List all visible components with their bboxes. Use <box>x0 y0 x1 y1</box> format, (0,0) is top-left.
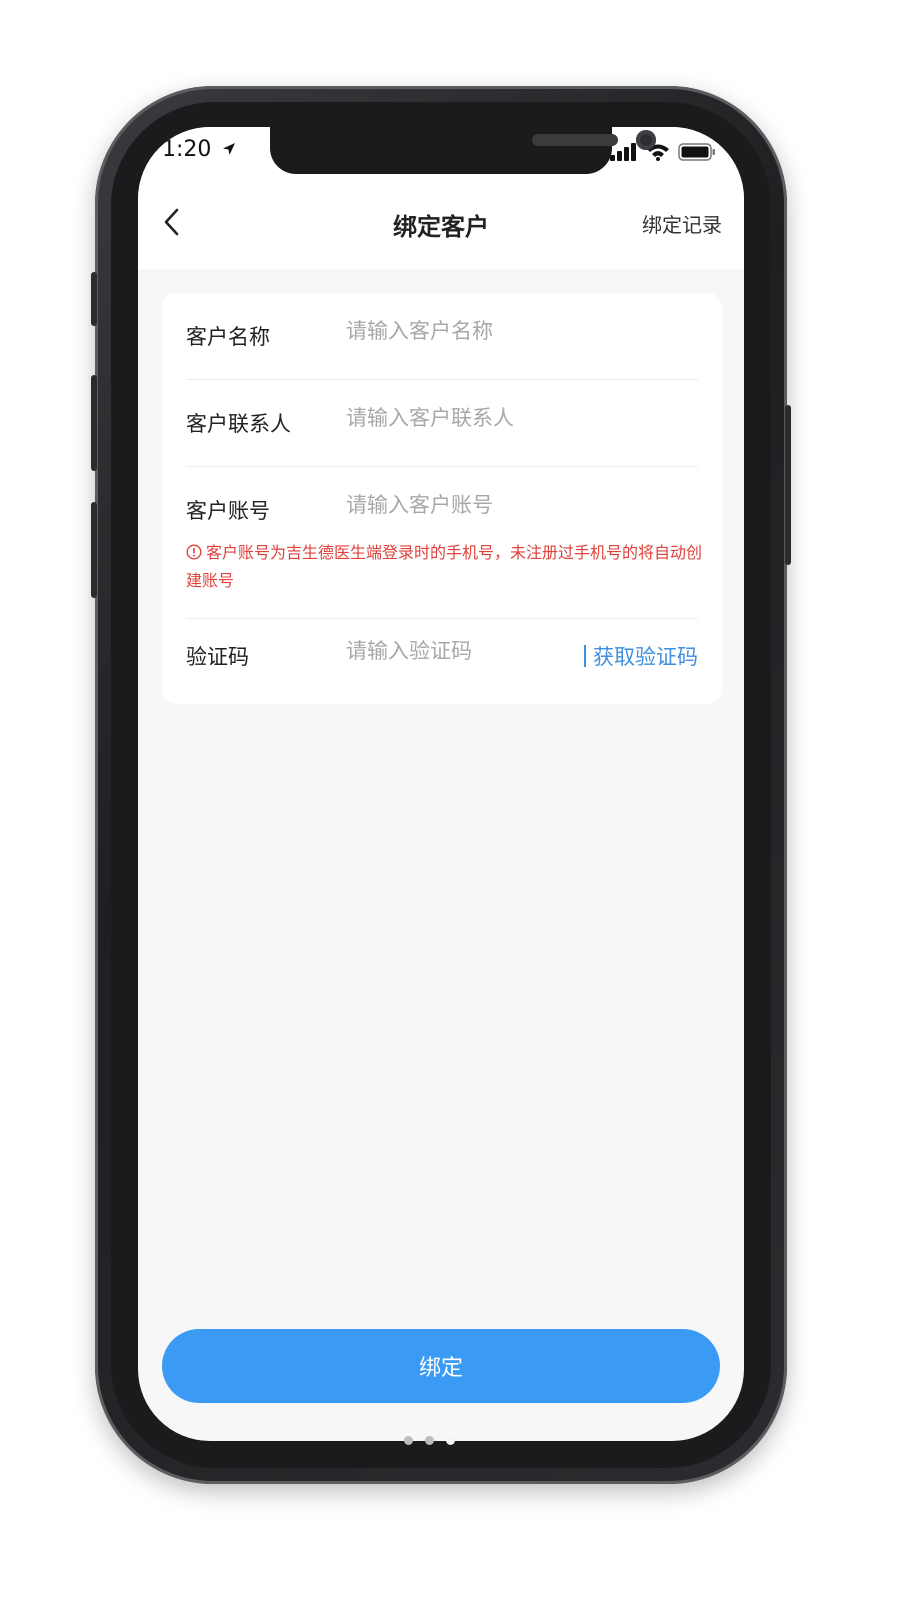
header: 1:20 绑定客户 绑定记录 <box>138 127 744 269</box>
app-screen: 1:20 绑定客户 绑定记录 客户名称 请输入客户名称 客户联系人 请输入客户联… <box>138 127 744 1441</box>
get-code-button[interactable]: 获取验证码 <box>593 641 698 671</box>
account-warning: 客户账号为吉生德医生端登录时的手机号，未注册过手机号的将自动创建账号 <box>186 539 702 595</box>
volume-up-button <box>91 375 97 471</box>
status-bar-time: 1:20 <box>162 137 237 162</box>
verification-code-label: 验证码 <box>186 645 249 669</box>
bind-button[interactable]: 绑定 <box>162 1329 720 1403</box>
customer-account-label: 客户账号 <box>186 499 270 523</box>
bind-form-card: 客户名称 客户联系人 客户账号 客户账号为吉生德医生端登录时的手机号，未注册过手… <box>162 293 722 704</box>
time-text: 1:20 <box>162 137 212 162</box>
customer-name-label: 客户名称 <box>186 325 270 349</box>
verification-code-input[interactable] <box>346 639 546 663</box>
device-mockup: 1:20 绑定客户 绑定记录 客户名称 请输入客户名称 客户联系人 请输入客户联… <box>0 0 900 1600</box>
carousel-dot[interactable] <box>404 1436 413 1445</box>
speaker-grille <box>532 134 618 146</box>
account-warning-text: 客户账号为吉生德医生端登录时的手机号，未注册过手机号的将自动创建账号 <box>186 543 703 590</box>
volume-down-button <box>91 502 97 598</box>
cellular-signal-icon <box>610 143 636 161</box>
location-arrow-icon <box>223 143 236 155</box>
bind-records-link[interactable]: 绑定记录 <box>642 209 722 238</box>
customer-contact-input[interactable] <box>346 406 586 430</box>
customer-account-input[interactable] <box>346 493 586 517</box>
carousel-dot-active[interactable] <box>446 1436 455 1445</box>
mute-switch <box>91 272 97 326</box>
verification-code-row: 验证码 获取验证码 <box>186 619 698 705</box>
customer-name-row: 客户名称 <box>186 293 698 379</box>
front-camera <box>636 130 656 150</box>
customer-contact-row: 客户联系人 <box>186 380 698 466</box>
code-separator <box>584 645 586 667</box>
alert-circle-icon <box>186 544 202 560</box>
battery-icon <box>678 143 715 161</box>
carousel-dot[interactable] <box>425 1436 434 1445</box>
carousel-dots <box>404 1436 455 1445</box>
customer-contact-label: 客户联系人 <box>186 412 291 436</box>
power-button <box>785 405 791 565</box>
notch <box>270 127 656 174</box>
status-bar-icons <box>610 143 716 161</box>
customer-name-input[interactable] <box>346 319 586 343</box>
